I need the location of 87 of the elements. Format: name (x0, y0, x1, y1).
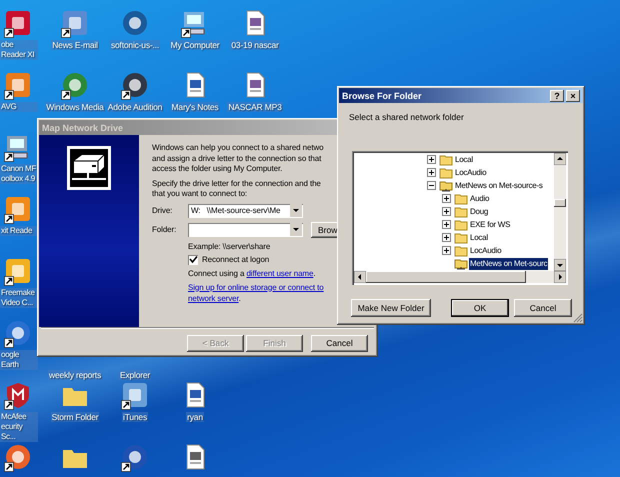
horizontal-scrollbar[interactable] (354, 271, 566, 283)
icon-label[interactable]: News E-mail (51, 40, 99, 50)
network-folder-icon (439, 180, 453, 192)
checkbox[interactable] (188, 254, 198, 264)
round-logo-icon[interactable] (120, 442, 150, 472)
application-icon[interactable] (60, 8, 90, 38)
icon-label[interactable]: 03-19 nascar (230, 40, 280, 50)
icon-label[interactable]: ryan (186, 412, 204, 422)
dialog-button[interactable]: Cancel (311, 334, 368, 352)
application-icon[interactable] (3, 70, 33, 100)
icon-label[interactable]: Mary's Notes (170, 102, 220, 112)
round-logo-icon[interactable] (3, 318, 33, 348)
resize-grip-icon[interactable] (573, 313, 583, 323)
icon-label[interactable]: Windows Media (45, 102, 105, 112)
application-icon[interactable] (3, 256, 33, 286)
icon-label[interactable]: McAfee ecurity Sc... (0, 412, 38, 442)
different-user-link[interactable]: different user name (246, 268, 314, 278)
network-folder-icon (454, 258, 468, 270)
application-icon[interactable] (3, 194, 33, 224)
field-label: Drive: (152, 206, 174, 215)
vertical-scrollbar[interactable] (554, 153, 566, 271)
folder-icon (454, 206, 468, 218)
expand-icon[interactable] (442, 194, 451, 203)
expand-icon[interactable] (442, 207, 451, 216)
folder-icon (439, 166, 453, 178)
tree-item[interactable]: EXE for WS (469, 218, 512, 230)
signup-link[interactable]: Sign up for online storage or connect to (188, 282, 324, 292)
round-logo-icon[interactable] (60, 70, 90, 100)
icon-label[interactable]: obe Reader XI (0, 40, 38, 60)
icon-label[interactable]: Freemake Video C... (0, 288, 38, 308)
icon-label[interactable]: My Computer (170, 40, 220, 50)
application-icon[interactable] (120, 380, 150, 410)
icon-label[interactable]: Canon MF oolbox 4.9 (0, 164, 38, 184)
tree-item[interactable]: LocAudio (469, 244, 502, 256)
icon-label[interactable]: weekly reports (48, 370, 102, 380)
tree-item[interactable]: Doug (469, 206, 490, 218)
icon-label[interactable]: iTunes (122, 412, 148, 422)
checkbox-label[interactable]: Reconnect at logon (202, 255, 270, 264)
dialog-button[interactable]: Cancel (514, 299, 572, 317)
application-icon[interactable] (3, 8, 33, 38)
icon-label[interactable]: AVG (0, 102, 38, 112)
window-title: Browse For Folder (342, 90, 423, 100)
tree-item[interactable]: Audio (469, 192, 490, 204)
example-text: Example: \\server\share (188, 242, 272, 250)
scroll-left-icon[interactable] (354, 271, 366, 283)
expand-icon[interactable] (442, 233, 451, 242)
folder-icon (454, 218, 468, 230)
tree-item[interactable]: Local (469, 232, 489, 244)
folder-icon (454, 232, 468, 244)
scroll-up-icon[interactable] (554, 153, 566, 165)
folder-dropdown[interactable] (188, 222, 303, 236)
expand-icon[interactable] (427, 155, 436, 164)
folder-icon (439, 154, 453, 166)
scrollbar-thumb[interactable] (554, 199, 566, 207)
icon-label[interactable]: NASCAR MP3 (227, 102, 283, 112)
instruction-text: Select a shared network folder (348, 111, 465, 124)
tree-item[interactable]: MetNews on Met-source-s (454, 180, 544, 192)
folder-icon (454, 192, 468, 204)
expand-icon[interactable] (427, 168, 436, 177)
collapse-icon[interactable] (427, 181, 436, 190)
dialog-button[interactable]: Make New Folder (351, 299, 431, 317)
icon-label[interactable]: Storm Folder (50, 412, 100, 422)
help-button[interactable]: ? (550, 90, 564, 102)
icon-label[interactable]: xit Reade (0, 226, 38, 236)
close-button[interactable]: × (566, 90, 580, 102)
folder-icon (454, 244, 468, 256)
network-drive-icon (66, 145, 112, 191)
tree-item[interactable]: LocAudio (454, 166, 488, 178)
window-title: Map Network Drive (42, 122, 124, 132)
icon-label[interactable]: oogle Earth (0, 350, 38, 370)
icon-label[interactable]: Adobe Audition (106, 102, 164, 112)
instruction-text: Specify the drive letter for the connection and the that you want to connect to: (152, 178, 322, 200)
expand-icon[interactable] (442, 246, 451, 255)
round-logo-icon[interactable] (3, 442, 33, 472)
signup-link[interactable]: network server (188, 294, 239, 302)
tree-item[interactable]: MetNews on Met-sourc (469, 258, 548, 270)
expand-icon[interactable] (442, 220, 451, 229)
tree-item[interactable]: Local (454, 154, 474, 166)
instruction-text: Windows can help you connect to a shared netwo and assign a drive letter to the connection so that access the folder using My Computer. (152, 143, 325, 174)
icon-label[interactable]: softonic-us-... (110, 40, 160, 50)
round-logo-icon[interactable] (120, 70, 150, 100)
drive-dropdown[interactable]: W: \\Met-source-serv\Me (188, 204, 303, 218)
scroll-right-icon[interactable] (554, 271, 566, 283)
dialog-button[interactable]: OK (451, 299, 509, 317)
icon-label[interactable]: Explorer (118, 370, 152, 380)
scroll-down-icon[interactable] (554, 259, 566, 271)
field-label: Folder: (152, 225, 178, 234)
